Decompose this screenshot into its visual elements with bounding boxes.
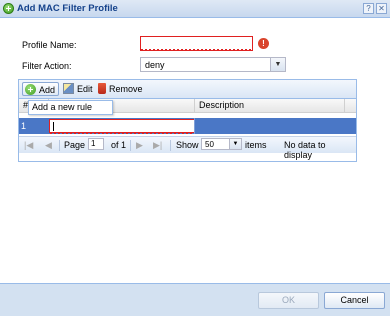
page-size-value: 50: [205, 140, 214, 149]
help-button[interactable]: ?: [363, 3, 374, 14]
mac-address-input[interactable]: [49, 119, 195, 134]
page-count: of 1: [111, 140, 127, 150]
profile-name-label: Profile Name:: [22, 40, 77, 50]
page-label: Page: [64, 140, 86, 150]
show-label: Show: [176, 140, 199, 150]
dialog-footer: OK Cancel: [0, 283, 390, 316]
remove-button[interactable]: Remove: [95, 82, 143, 96]
items-label: items: [245, 140, 267, 150]
ok-button[interactable]: OK: [258, 292, 319, 309]
edit-button[interactable]: Edit: [61, 82, 93, 96]
page-size-select[interactable]: 50 ▼: [201, 138, 242, 150]
chevron-down-icon[interactable]: ▼: [229, 139, 241, 149]
cell-divider: [194, 118, 195, 134]
pager-status: No data to display: [284, 140, 326, 160]
error-icon: !: [258, 38, 269, 49]
grid-toolbar: Add Edit Remove: [19, 80, 356, 99]
grid-pager: |◀ ◀ Page 1 of 1 ▶ ▶| Show 50 ▼ items No…: [19, 136, 356, 160]
add-icon: [3, 3, 14, 14]
last-page-icon[interactable]: ▶|: [153, 140, 162, 151]
dialog-title: Add MAC Filter Profile: [17, 3, 118, 14]
next-page-icon[interactable]: ▶: [136, 140, 143, 151]
dialog-titlebar: Add MAC Filter Profile ? ✕: [0, 0, 390, 18]
trash-icon: [98, 83, 106, 94]
add-icon: [25, 84, 36, 95]
pager-divider: [170, 140, 171, 151]
first-page-icon[interactable]: |◀: [24, 140, 33, 151]
prev-page-icon[interactable]: ◀: [45, 140, 52, 151]
chevron-down-icon[interactable]: ▼: [270, 58, 285, 71]
pager-divider: [59, 140, 60, 151]
edit-icon: [63, 83, 74, 94]
add-button[interactable]: Add: [22, 82, 59, 96]
remove-label: Remove: [109, 84, 143, 94]
text-caret: [53, 122, 54, 131]
page-number-input[interactable]: 1: [88, 138, 104, 150]
close-button[interactable]: ✕: [376, 3, 387, 14]
mac-rule-grid: Add Edit Remove # MAC Address Descriptio…: [18, 79, 357, 162]
column-header-spacer: [345, 99, 356, 112]
table-row[interactable]: 1: [19, 118, 356, 134]
profile-name-input[interactable]: [140, 36, 253, 51]
filter-action-select[interactable]: deny ▼: [140, 57, 286, 72]
row-number: 1: [21, 121, 27, 131]
edit-label: Edit: [77, 84, 93, 94]
cancel-button[interactable]: Cancel: [324, 292, 385, 309]
filter-action-value: deny: [145, 60, 165, 70]
add-tooltip: Add a new rule: [28, 100, 113, 115]
add-label: Add: [39, 85, 56, 95]
pager-divider: [130, 140, 131, 151]
column-header-description[interactable]: Description: [195, 99, 345, 112]
filter-action-label: Filter Action:: [22, 61, 72, 71]
